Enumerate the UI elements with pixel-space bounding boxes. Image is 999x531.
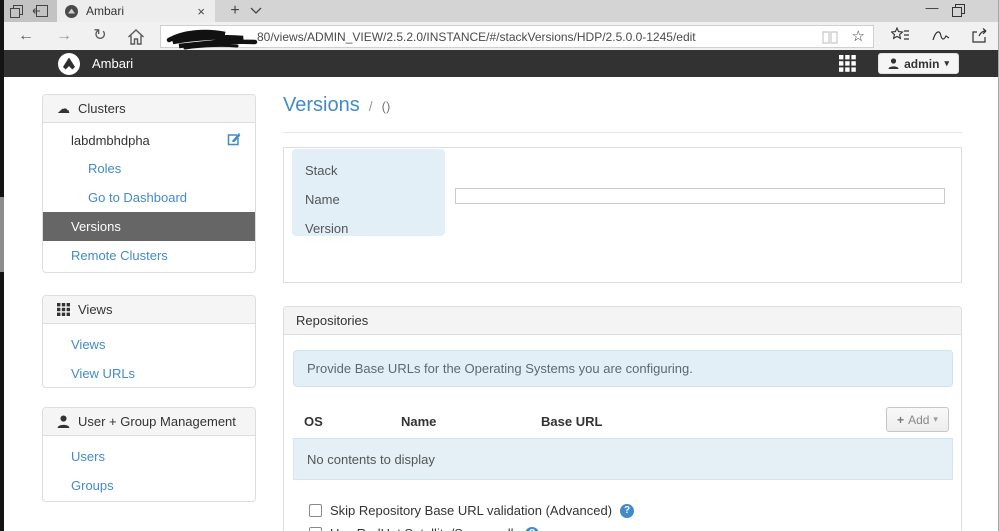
help-icon[interactable]: ? (525, 526, 540, 531)
base-url-info-alert: Provide Base URLs for the Operating Syst… (293, 350, 953, 387)
new-tab-button[interactable]: + (224, 1, 246, 21)
forward-button[interactable]: → (52, 25, 76, 47)
window-left-edge-segment (0, 197, 4, 272)
column-name: Name (401, 414, 437, 429)
home-button[interactable] (124, 29, 148, 45)
plus-icon: + (897, 412, 905, 427)
tab-list-chevron-icon[interactable] (250, 7, 262, 14)
tab-bar: Ambari × + — (0, 0, 998, 22)
sidebar-item-roles[interactable]: Roles (43, 154, 255, 183)
version-form-panel: Stack Name Version (283, 147, 962, 283)
satellite-label: Use RedHat Satellite/Spacewalk (330, 526, 517, 531)
favorite-star-icon[interactable]: ☆ (852, 28, 865, 46)
tab-title: Ambari (86, 4, 125, 18)
main-content: Versions / () Stack Name Version Reposit… (283, 90, 962, 531)
form-label-box: Stack Name Version (292, 149, 445, 236)
repositories-panel-header: Repositories (284, 307, 961, 335)
admin-menu-button[interactable]: admin ▾ (878, 53, 959, 74)
ambari-brand: Ambari (92, 56, 134, 71)
satellite-checkbox[interactable] (309, 527, 322, 531)
skip-validation-checkbox[interactable] (309, 504, 322, 517)
sidebar-item-go-to-dashboard[interactable]: Go to Dashboard (43, 183, 255, 212)
cloud-icon: ☁ (57, 100, 70, 116)
sidebar-item-view-urls[interactable]: View URLs (43, 359, 255, 388)
user-group-panel-title: User + Group Management (78, 414, 236, 429)
views-panel-header: Views (43, 296, 255, 324)
ambari-header: Ambari admin ▾ (4, 50, 998, 77)
views-panel-title: Views (78, 302, 113, 317)
help-icon[interactable]: ? (620, 503, 635, 518)
person-icon (57, 415, 70, 428)
tab-preview-icon[interactable] (10, 4, 23, 18)
skip-validation-row: Skip Repository Base URL validation (Adv… (309, 503, 635, 518)
sidebar-item-versions-selected[interactable]: Versions (43, 212, 255, 241)
column-os: OS (304, 414, 323, 429)
breadcrumb-versions-link[interactable]: Versions (283, 94, 360, 117)
version-label: Version (305, 221, 349, 236)
user-icon (888, 58, 899, 69)
add-button-label: Add (908, 412, 930, 427)
sidebar-item-remote-clusters[interactable]: Remote Clusters (43, 241, 255, 270)
cluster-name: labdmbhdpha (71, 133, 150, 148)
breadcrumb: Versions / () (283, 90, 962, 123)
clusters-panel-title: Clusters (78, 101, 126, 116)
breadcrumb-separator: / (368, 98, 373, 114)
sidebar-item-groups[interactable]: Groups (43, 471, 255, 500)
set-aside-tabs-icon[interactable] (32, 5, 48, 17)
repositories-table-header: OS Name Base URL + Add ▾ (284, 406, 963, 438)
views-grid-icon-small (57, 303, 70, 316)
clusters-panel-header: ☁ Clusters (43, 95, 255, 123)
sidebar-item-views[interactable]: Views (43, 330, 255, 359)
breadcrumb-current: () (381, 99, 391, 114)
window-minimize-button[interactable]: — (917, 0, 947, 20)
satellite-row: Use RedHat Satellite/Spacewalk ? (309, 526, 540, 531)
caret-down-icon: ▾ (944, 58, 949, 68)
tab-close-icon[interactable]: × (195, 4, 207, 19)
redaction-scribble (166, 29, 258, 50)
stack-label: Stack (305, 163, 338, 178)
web-note-pen-icon[interactable] (932, 28, 950, 42)
user-group-panel-header: User + Group Management (43, 408, 255, 436)
views-grid-icon[interactable] (839, 55, 856, 72)
name-label: Name (305, 192, 340, 207)
reading-view-icon[interactable] (821, 30, 838, 44)
title-divider (283, 132, 962, 133)
clusters-panel: ☁ Clusters labdmbhdpha Roles Go to Dashb… (42, 94, 256, 273)
hub-favorites-icon[interactable] (891, 27, 910, 43)
caret-down-icon: ▾ (933, 414, 938, 424)
repositories-panel: Repositories Provide Base URLs for the O… (283, 306, 962, 531)
window-restore-button[interactable] (952, 4, 965, 17)
cluster-name-row: labdmbhdpha (43, 123, 255, 154)
name-input[interactable] (455, 188, 945, 204)
sidebar-item-users[interactable]: Users (43, 442, 255, 471)
skip-validation-label: Skip Repository Base URL validation (Adv… (330, 503, 613, 518)
back-button[interactable]: ← (14, 25, 38, 47)
refresh-button[interactable]: ↻ (88, 25, 112, 47)
empty-table-message: No contents to display (293, 438, 953, 480)
rename-cluster-icon[interactable] (227, 132, 241, 146)
share-icon[interactable] (972, 27, 989, 43)
add-os-button[interactable]: + Add ▾ (886, 407, 949, 432)
column-base-url: Base URL (541, 414, 603, 429)
admin-label: admin (904, 56, 940, 71)
browser-toolbar: ← → ↻ 80/views/ADMIN_VIEW/2.5.2.0/INSTAN… (4, 22, 998, 50)
views-panel: Views Views View URLs (42, 295, 256, 388)
ambari-logo (58, 52, 80, 75)
browser-window: Ambari × + — ← → ↻ 80/views/ADMIN_VIEW/2… (0, 0, 999, 531)
ambari-favicon (65, 4, 78, 18)
url-text: 80/views/ADMIN_VIEW/2.5.2.0/INSTANCE/#/s… (257, 29, 696, 44)
address-bar[interactable]: 80/views/ADMIN_VIEW/2.5.2.0/INSTANCE/#/s… (160, 25, 874, 50)
browser-tab-ambari[interactable]: Ambari × (57, 0, 215, 22)
tab-tools (4, 0, 57, 22)
user-group-panel: User + Group Management Users Groups (42, 407, 256, 502)
